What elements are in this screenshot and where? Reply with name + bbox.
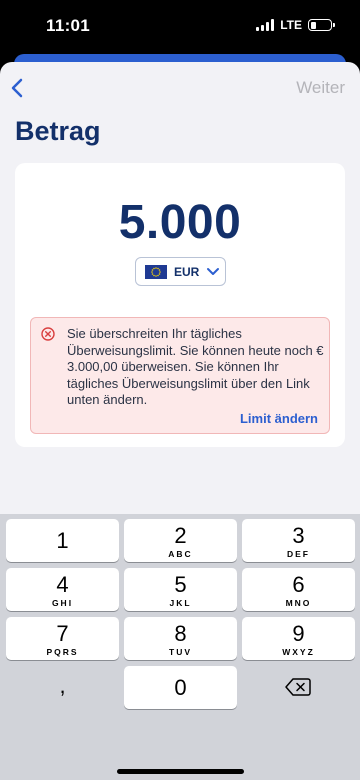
- back-button[interactable]: [6, 76, 30, 100]
- chevron-left-icon: [11, 78, 23, 98]
- status-bar: 11:01 LTE: [0, 0, 360, 50]
- key-comma[interactable]: ,: [6, 666, 119, 709]
- next-button[interactable]: Weiter: [296, 78, 345, 98]
- signal-icon: [256, 19, 275, 31]
- limit-error-alert: Sie überschreiten Ihr tägliches Überweis…: [30, 317, 330, 434]
- error-message: Sie überschreiten Ihr tägliches Überweis…: [67, 326, 324, 407]
- backspace-icon: [285, 678, 311, 696]
- eu-flag-icon: [145, 264, 167, 279]
- battery-icon: [308, 19, 335, 31]
- currency-select[interactable]: EUR: [135, 257, 226, 286]
- change-limit-link[interactable]: Limit ändern: [240, 411, 318, 426]
- key-5[interactable]: 5 JKL: [124, 568, 237, 611]
- page-title: Betrag: [15, 116, 101, 146]
- amount-value[interactable]: 5.000: [15, 195, 345, 250]
- key-8[interactable]: 8 TUV: [124, 617, 237, 660]
- key-3[interactable]: 3 DEF: [242, 519, 355, 562]
- key-7[interactable]: 7 PQRS: [6, 617, 119, 660]
- key-2[interactable]: 2 ABC: [124, 519, 237, 562]
- error-circle-icon: [41, 327, 55, 341]
- key-4[interactable]: 4 GHI: [6, 568, 119, 611]
- key-6[interactable]: 6 MNO: [242, 568, 355, 611]
- network-label: LTE: [280, 18, 302, 32]
- chevron-down-icon: [207, 267, 220, 275]
- key-1[interactable]: 1: [6, 519, 119, 562]
- status-time: 11:01: [46, 16, 91, 35]
- home-indicator: [117, 769, 244, 774]
- currency-label: EUR: [174, 264, 200, 279]
- status-indicators: LTE: [256, 18, 335, 32]
- numeric-keypad: 1 2 ABC 3 DEF 4 GHI 5 JKL 6 MNO 7 PQRS 8…: [0, 514, 360, 780]
- key-0[interactable]: 0: [124, 666, 237, 709]
- backspace-button[interactable]: [242, 666, 355, 709]
- key-9[interactable]: 9 WXYZ: [242, 617, 355, 660]
- amount-card: 5.000 EUR Sie überschreiten Ihr tägliche…: [15, 163, 345, 447]
